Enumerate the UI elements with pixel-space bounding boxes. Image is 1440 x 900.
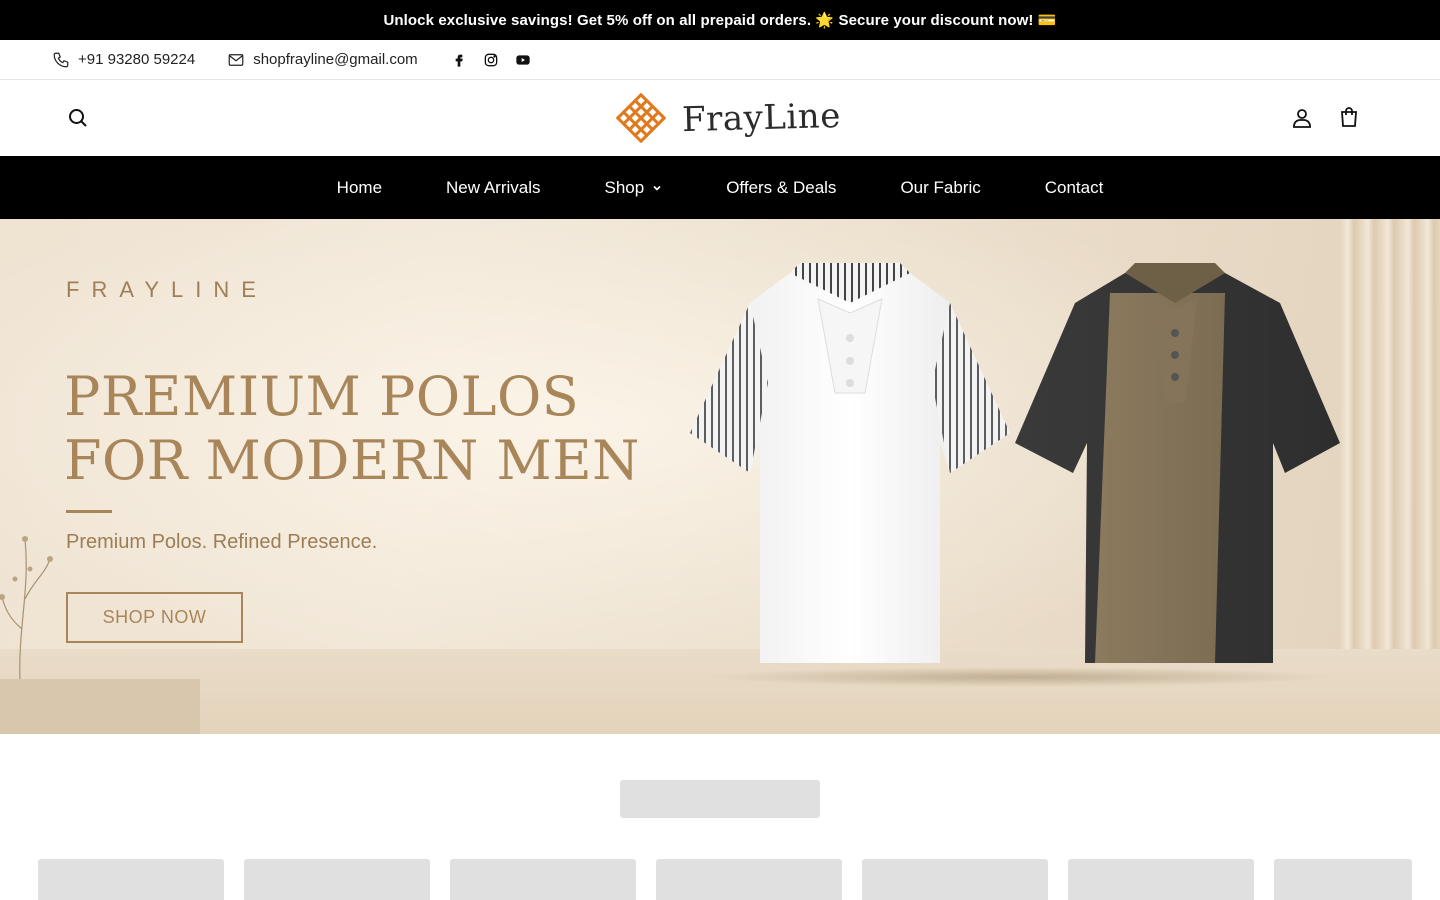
- email-contact[interactable]: shopfrayline@gmail.com: [227, 51, 418, 69]
- main-navigation: Home New Arrivals Shop Offers & Deals Ou…: [0, 156, 1440, 219]
- hero-headline: PREMIUM POLOS FOR MODERN MEN: [64, 365, 640, 493]
- nav-item-new-arrivals[interactable]: New Arrivals: [446, 178, 540, 198]
- nav-item-home[interactable]: Home: [337, 178, 382, 198]
- plant-decoration: [0, 536, 53, 679]
- instagram-icon[interactable]: [482, 51, 500, 69]
- user-icon[interactable]: [1290, 106, 1314, 130]
- nav-item-label: Contact: [1044, 177, 1104, 197]
- hero-pillars: [1340, 219, 1440, 649]
- product-card-placeholder: [862, 859, 1048, 900]
- product-card-placeholder: [656, 859, 842, 900]
- nav-item-label: Home: [336, 177, 383, 197]
- brand-logo[interactable]: FrayLine: [612, 88, 841, 148]
- nav-item-label: Shop: [604, 177, 645, 197]
- product-card-placeholder: [1068, 859, 1254, 900]
- hero-plinth: [0, 679, 200, 734]
- mail-icon: [228, 53, 244, 66]
- announcement-bar: Unlock exclusive savings! Get 5% off on …: [0, 0, 1440, 40]
- facebook-icon[interactable]: [450, 51, 468, 69]
- section-title-placeholder: [620, 780, 820, 818]
- shop-now-button[interactable]: SHOP NOW: [66, 592, 243, 643]
- shopping-bag-icon[interactable]: [1337, 105, 1361, 129]
- nav-item-label: Our Fabric: [900, 177, 981, 197]
- nav-item-label: Offers & Deals: [726, 177, 837, 197]
- email-address: shopfrayline@gmail.com: [253, 51, 418, 68]
- phone-number: +91 93280 59224: [78, 51, 196, 68]
- white-polo-image: [690, 263, 1010, 663]
- product-card-placeholder: [1274, 859, 1412, 900]
- hero-tagline: Premium Polos. Refined Presence.: [66, 531, 378, 553]
- product-card-placeholder: [38, 859, 224, 900]
- nav-item-label: New Arrivals: [446, 177, 541, 197]
- hero-brandmark: FRAYLINE: [66, 277, 268, 302]
- hero-divider: [66, 510, 112, 513]
- phone-contact[interactable]: +91 93280 59224: [52, 51, 195, 69]
- hero-headline-line2: FOR MODERN MEN: [64, 429, 640, 492]
- search-icon[interactable]: [66, 106, 90, 130]
- announcement-text: Unlock exclusive savings! Get 5% off on …: [383, 12, 1057, 29]
- hero-banner[interactable]: FRAYLINE PREMIUM POLOS FOR MODERN MEN Pr…: [0, 219, 1440, 734]
- nav-item-contact[interactable]: Contact: [1045, 178, 1104, 198]
- logo-mark-icon: [616, 93, 666, 143]
- nav-item-shop[interactable]: Shop: [605, 178, 663, 198]
- nav-item-offers-deals[interactable]: Offers & Deals: [726, 178, 836, 198]
- site-header: FrayLine: [0, 80, 1440, 156]
- product-card-placeholder: [244, 859, 430, 900]
- logo-text: FrayLine: [681, 95, 842, 141]
- hero-headline-line1: PREMIUM POLOS: [64, 365, 580, 428]
- product-card-placeholder: [450, 859, 636, 900]
- youtube-icon[interactable]: [514, 51, 532, 69]
- social-links: [450, 51, 532, 69]
- nav-item-our-fabric[interactable]: Our Fabric: [900, 178, 980, 198]
- contact-topbar: +91 93280 59224 shopfrayline@gmail.com: [0, 40, 1440, 80]
- charcoal-polo-image: [1015, 263, 1340, 663]
- chevron-down-icon: [653, 185, 661, 191]
- phone-icon: [53, 52, 69, 67]
